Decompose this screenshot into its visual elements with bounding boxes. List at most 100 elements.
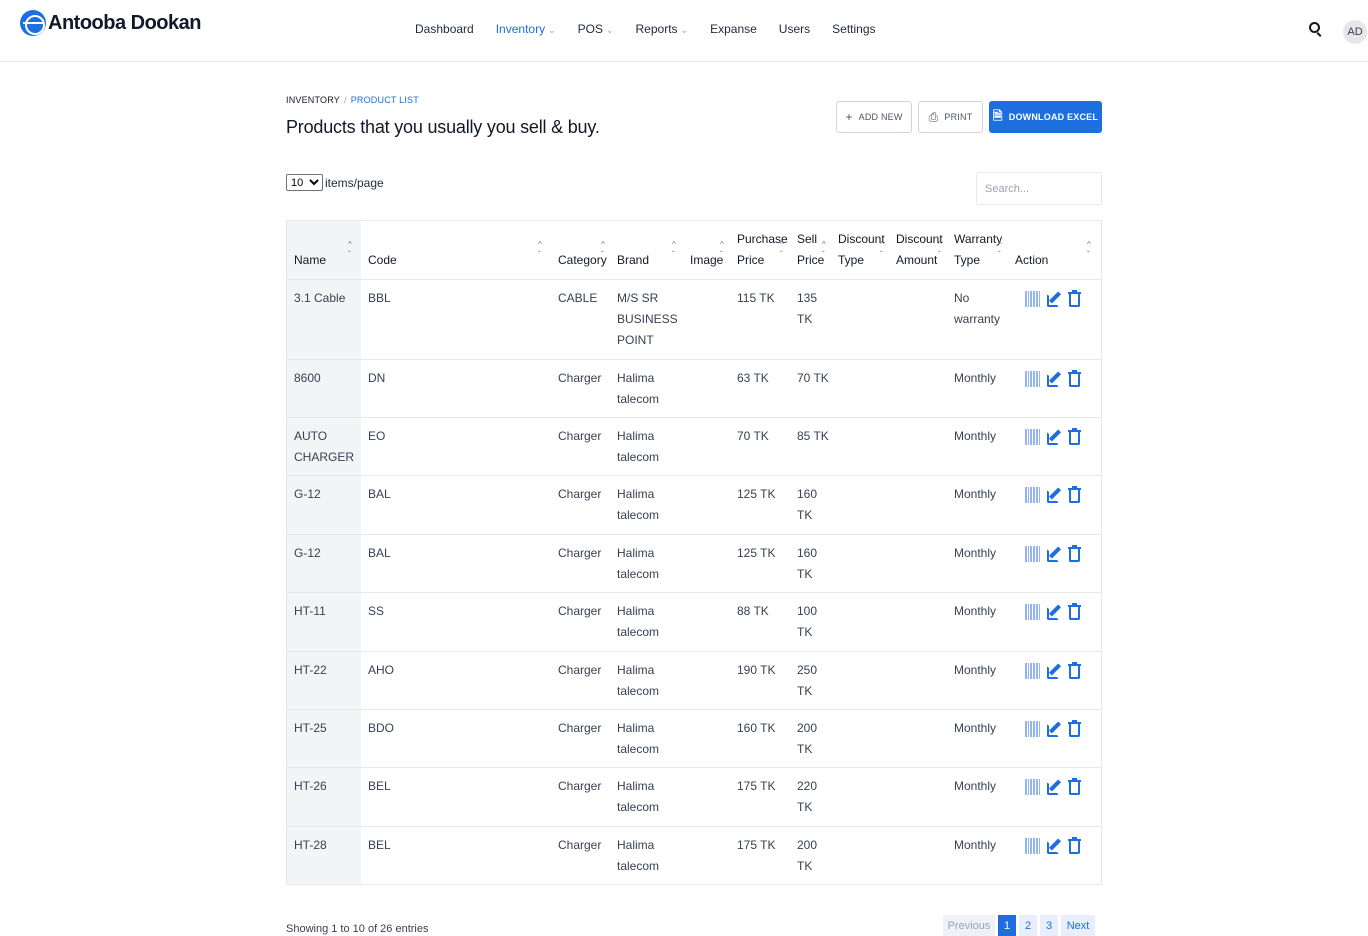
pagination-page[interactable]: 3 [1040, 915, 1058, 936]
cell-purchase: 125 TK [737, 487, 776, 501]
avatar[interactable]: AD [1343, 20, 1367, 44]
barcode-icon[interactable] [1025, 837, 1041, 854]
edit-icon[interactable] [1047, 662, 1063, 679]
trash-icon[interactable] [1068, 545, 1081, 562]
column-header-action[interactable]: Action [1015, 250, 1048, 271]
edit-icon[interactable] [1047, 837, 1063, 854]
sort-icon[interactable]: ^ ˇ [938, 240, 942, 260]
column-header-image[interactable]: Image [690, 250, 723, 271]
trash-icon[interactable] [1068, 370, 1081, 387]
barcode-icon[interactable] [1025, 603, 1041, 620]
cell-sell: 160 TK [797, 543, 817, 585]
trash-icon[interactable] [1068, 837, 1081, 854]
column-header-type[interactable]: Discount Type [838, 229, 885, 271]
cell-warranty: Monthly [954, 601, 996, 622]
cell-line: 70 TK [797, 371, 829, 385]
edit-icon[interactable] [1047, 603, 1063, 620]
cell-category: Charger [558, 546, 602, 560]
nav-item-reports[interactable]: Reports ⌄ [636, 22, 689, 36]
trash-icon[interactable] [1068, 720, 1081, 737]
trash-icon[interactable] [1068, 603, 1081, 620]
edit-icon[interactable] [1047, 370, 1063, 387]
nav-item-dashboard[interactable]: Dashboard [415, 22, 474, 36]
cell-line: TK [797, 742, 813, 756]
brand[interactable]: Antooba Dookan [20, 10, 202, 36]
breadcrumb-root[interactable]: INVENTORY [286, 95, 340, 105]
column-header-type[interactable]: Warranty Type [954, 229, 1002, 271]
cell-line: talecom [617, 684, 660, 698]
barcode-icon[interactable] [1025, 545, 1041, 562]
nav-item-users[interactable]: Users [779, 22, 810, 36]
row-actions [1025, 428, 1081, 445]
cell-line: talecom [617, 450, 660, 464]
sort-icon[interactable]: ^ ˇ [780, 240, 784, 260]
sort-icon[interactable]: ^ ˇ [538, 240, 542, 260]
cell-sell: 200 TK [797, 718, 817, 760]
print-button[interactable]: ⎙ PRINT [918, 101, 983, 133]
pagination-next[interactable]: Next [1061, 915, 1095, 936]
column-header-line1: Warranty [954, 232, 1003, 246]
cell-sell: 70 TK [797, 368, 829, 389]
sort-icon[interactable]: ^ ˇ [998, 240, 1002, 260]
trash-icon[interactable] [1068, 486, 1081, 503]
sort-icon[interactable]: ^ ˇ [672, 240, 676, 260]
nav-item-settings[interactable]: Settings [832, 22, 875, 36]
nav-item-expanse[interactable]: Expanse [710, 22, 757, 36]
pagination-page[interactable]: 2 [1019, 915, 1037, 936]
table-row: HT-28 BEL Charger Halima talecom 175 TK 200 TK M… [287, 827, 1101, 884]
cell-line: Halima [617, 663, 655, 677]
cell-line: M/S SR [617, 291, 659, 305]
sort-icon[interactable]: ^ ˇ [1087, 240, 1091, 260]
cell-line: talecom [617, 392, 660, 406]
nav-item-inventory[interactable]: Inventory ⌄ [496, 22, 556, 36]
cell-code: EO [368, 429, 386, 443]
sort-icon[interactable]: ^ ˇ [348, 240, 352, 260]
cell-line: 200 [797, 721, 818, 735]
edit-icon[interactable] [1047, 778, 1063, 795]
add-new-button[interactable]: + ADD NEW [836, 101, 912, 133]
page-size-select[interactable]: 10 [286, 174, 323, 191]
chevron-down-icon: ⌄ [548, 25, 556, 35]
edit-icon[interactable] [1047, 545, 1063, 562]
cell-line: Halima [617, 779, 655, 793]
edit-icon[interactable] [1047, 486, 1063, 503]
sort-icon[interactable]: ^ ˇ [601, 240, 605, 260]
trash-icon[interactable] [1068, 778, 1081, 795]
trash-icon[interactable] [1068, 290, 1081, 307]
column-header-name[interactable]: Name [294, 250, 326, 271]
sort-icon[interactable]: ^ ˇ [720, 240, 724, 260]
barcode-icon[interactable] [1025, 428, 1041, 445]
trash-icon[interactable] [1068, 428, 1081, 445]
column-header-code[interactable]: Code [368, 250, 397, 271]
barcode-icon[interactable] [1025, 486, 1041, 503]
nav-item-label: Users [778, 22, 811, 36]
cell-category: Charger [558, 371, 602, 385]
sort-icon[interactable]: ^ ˇ [880, 240, 884, 260]
trash-icon[interactable] [1068, 662, 1081, 679]
download-excel-button[interactable]: 🗎 DOWNLOAD EXCEL [989, 101, 1102, 133]
nav-item-pos[interactable]: POS ⌄ [578, 22, 614, 36]
search-input[interactable] [976, 172, 1102, 205]
column-header-category[interactable]: Category [558, 250, 607, 271]
edit-icon[interactable] [1047, 720, 1063, 737]
column-header-price[interactable]: Sell Price [797, 229, 824, 271]
row-actions [1025, 603, 1081, 620]
search-icon[interactable] [1308, 21, 1324, 37]
column-header-amount[interactable]: Discount Amount [896, 229, 943, 271]
barcode-icon[interactable] [1025, 662, 1041, 679]
barcode-icon[interactable] [1025, 290, 1041, 307]
cell-line: 160 [797, 546, 818, 560]
pagination-previous[interactable]: Previous [943, 915, 995, 936]
add-new-label: ADD NEW [858, 112, 903, 122]
barcode-icon[interactable] [1025, 720, 1041, 737]
cell-code: BEL [368, 838, 391, 852]
edit-icon[interactable] [1047, 290, 1063, 307]
nav-item-label: Dashboard [415, 22, 474, 36]
barcode-icon[interactable] [1025, 778, 1041, 795]
cell-line: warranty [954, 312, 1001, 326]
pagination-page[interactable]: 1 [998, 915, 1016, 936]
column-header-brand[interactable]: Brand [617, 250, 649, 271]
barcode-icon[interactable] [1025, 370, 1041, 387]
sort-icon[interactable]: ^ ˇ [822, 240, 826, 260]
edit-icon[interactable] [1047, 428, 1063, 445]
